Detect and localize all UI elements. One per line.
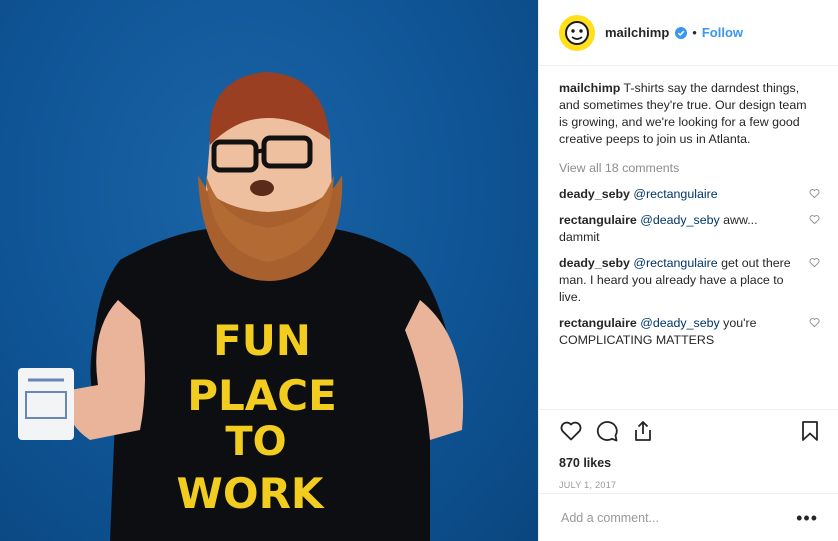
comment-username[interactable]: rectangulaire	[559, 213, 637, 227]
post-actions: 870 likes JULY 1, 2017	[539, 409, 838, 490]
view-all-comments-link[interactable]: View all 18 comments	[559, 160, 816, 177]
comment-mention[interactable]: @deady_seby	[640, 316, 719, 330]
post-header: mailchimp • Follow	[539, 0, 838, 66]
left-arm	[67, 300, 145, 440]
comment-icon[interactable]	[595, 419, 619, 443]
shirt-text-line-2: PLACE	[187, 371, 337, 420]
post-side-panel: mailchimp • Follow mailchimp T-shirts sa…	[538, 0, 838, 541]
comment-item: rectangulaire @deady_seby aww... dammit	[559, 212, 820, 246]
shirt-text-line-4: WORK	[177, 469, 325, 518]
comment-item: rectangulaire @deady_seby you're COMPLIC…	[559, 315, 820, 349]
comments-section: mailchimp T-shirts say the darndest thin…	[539, 66, 838, 349]
comment-username[interactable]: rectangulaire	[559, 316, 637, 330]
comment-mention[interactable]: @deady_seby	[640, 213, 719, 227]
follow-button[interactable]: Follow	[702, 25, 743, 40]
caption-username[interactable]: mailchimp	[559, 81, 620, 95]
post-caption: mailchimp T-shirts say the darndest thin…	[559, 80, 816, 148]
add-comment-bar: •••	[539, 493, 838, 541]
comment-heart-icon[interactable]	[809, 188, 820, 199]
comment-item: deady_seby @rectangulaire	[559, 186, 820, 203]
comment-item: deady_seby @rectangulaire get out there …	[559, 255, 820, 306]
shirt-text-line-1: FUN	[213, 316, 311, 365]
instagram-post: FUN PLACE TO WORK mailchimp • Follow mai…	[0, 0, 838, 541]
comment-mention[interactable]: @rectangulaire	[633, 256, 717, 270]
post-date: JULY 1, 2017	[559, 480, 617, 490]
verified-badge-icon	[675, 26, 688, 39]
avatar[interactable]	[559, 14, 595, 51]
likes-count[interactable]: 870 likes	[559, 456, 822, 470]
post-image[interactable]: FUN PLACE TO WORK	[0, 0, 538, 541]
action-icons-row	[559, 418, 822, 444]
mailchimp-logo-icon	[565, 20, 589, 45]
add-comment-input[interactable]	[559, 509, 797, 526]
comment-heart-icon[interactable]	[809, 214, 820, 225]
comment-mention[interactable]: @rectangulaire	[633, 187, 717, 201]
post-photo-illustration: FUN PLACE TO WORK	[18, 72, 464, 541]
header-username[interactable]: mailchimp	[605, 25, 669, 40]
mug-illustration	[18, 368, 74, 440]
header-separator: •	[692, 25, 697, 40]
comment-username[interactable]: deady_seby	[559, 256, 630, 270]
more-options-button[interactable]: •••	[796, 509, 818, 527]
bookmark-icon[interactable]	[798, 419, 822, 443]
comment-heart-icon[interactable]	[809, 257, 820, 268]
comment-heart-icon[interactable]	[809, 317, 820, 328]
shirt-text-line-3: TO	[225, 419, 286, 465]
comment-username[interactable]: deady_seby	[559, 187, 630, 201]
share-icon[interactable]	[631, 419, 655, 443]
heart-icon[interactable]	[559, 419, 583, 443]
